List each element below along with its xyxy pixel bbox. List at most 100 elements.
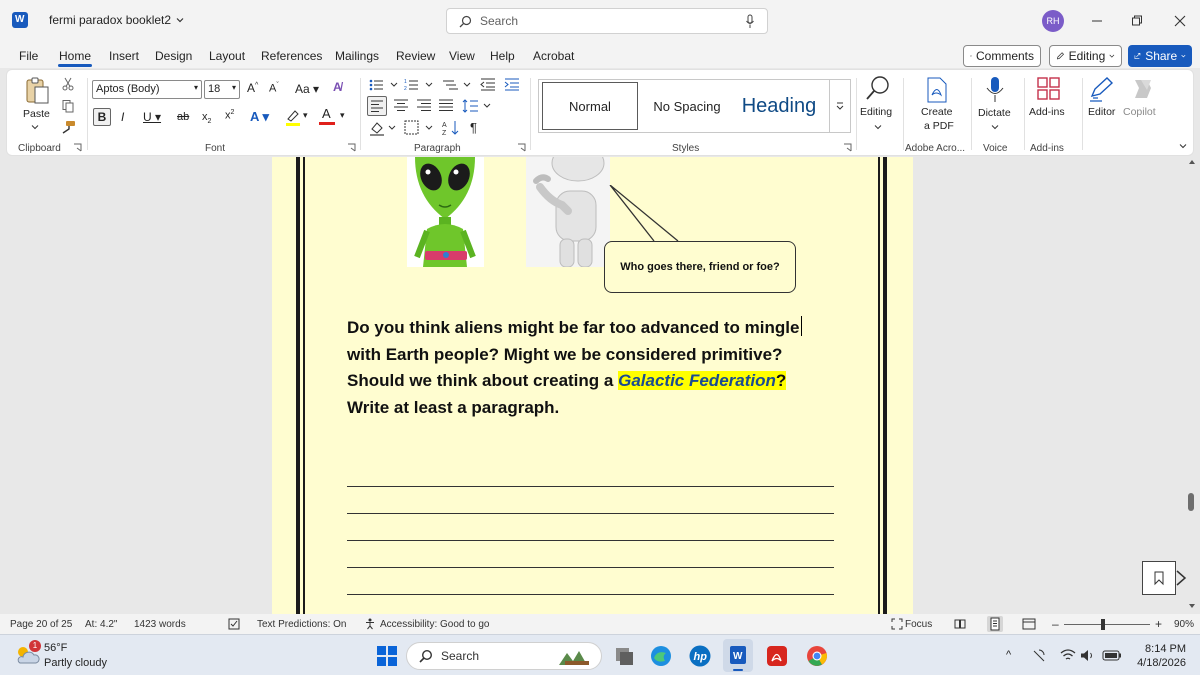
minimize-icon[interactable] (1088, 12, 1106, 30)
show-formatting-marks-icon[interactable]: ¶ (470, 120, 477, 135)
change-case-icon[interactable]: Aa ▾ (295, 82, 319, 96)
copy-icon[interactable] (61, 99, 75, 113)
volume-icon[interactable] (1080, 649, 1096, 662)
justify-icon[interactable] (438, 98, 454, 114)
writing-line[interactable] (347, 513, 834, 514)
close-icon[interactable] (1171, 12, 1189, 30)
tab-acrobat[interactable]: Acrobat (533, 49, 574, 63)
borders-icon[interactable] (404, 120, 436, 136)
dictate-label[interactable]: Dictate (978, 107, 1011, 120)
zoom-level[interactable]: 90% (1174, 619, 1194, 630)
question-paragraph[interactable]: Do you think aliens might be far too adv… (347, 315, 837, 421)
copilot-icon[interactable] (1129, 76, 1157, 102)
align-right-icon[interactable] (416, 98, 432, 114)
dictate-icon[interactable] (984, 75, 1006, 105)
word-count[interactable]: 1423 words (134, 619, 186, 630)
restore-icon[interactable] (1128, 12, 1146, 30)
clear-formatting-icon[interactable]: A̸ (333, 80, 342, 94)
text-effects-icon[interactable]: A ▾ (250, 109, 269, 125)
tab-home[interactable]: Home (59, 49, 91, 63)
tab-help[interactable]: Help (490, 49, 515, 63)
system-clock[interactable]: 8:14 PM 4/18/2026 (1128, 642, 1186, 670)
hp-icon[interactable]: hp (688, 644, 712, 668)
create-pdf-icon[interactable] (924, 76, 950, 104)
weather-temperature[interactable]: 56°F (44, 642, 67, 654)
zoom-in-button[interactable]: + (1155, 617, 1162, 631)
alien-image[interactable] (407, 157, 484, 267)
word-taskbar-button[interactable]: W (723, 639, 753, 672)
dialog-launcher-icon[interactable] (517, 143, 526, 152)
battery-icon[interactable] (1102, 650, 1122, 661)
writing-line[interactable] (347, 594, 834, 595)
chevron-down-icon[interactable] (991, 123, 999, 131)
chevron-down-icon[interactable]: ▾ (303, 110, 308, 121)
font-family-dropdown[interactable]: Aptos (Body) ▾ (92, 80, 202, 99)
font-color-button[interactable]: A (319, 106, 335, 126)
tab-layout[interactable]: Layout (209, 49, 245, 63)
create-pdf-label-2[interactable]: a PDF (924, 120, 954, 133)
tab-references[interactable]: References (261, 49, 322, 63)
chevron-right-icon[interactable] (1174, 569, 1188, 587)
grow-font-icon[interactable]: A^ (247, 81, 258, 95)
create-pdf-label-1[interactable]: Create (921, 106, 953, 119)
dialog-launcher-icon[interactable] (73, 143, 82, 152)
document-title[interactable]: fermi paradox booklet2 (49, 13, 185, 27)
align-center-icon[interactable] (393, 98, 409, 114)
format-painter-icon[interactable] (60, 120, 76, 134)
comments-button[interactable]: Comments (963, 45, 1041, 67)
share-button[interactable]: Share (1128, 45, 1192, 67)
tab-view[interactable]: View (449, 49, 475, 63)
style-no-spacing[interactable]: No Spacing (643, 80, 731, 132)
scroll-up-icon[interactable] (1187, 157, 1197, 167)
dialog-launcher-icon[interactable] (347, 143, 356, 152)
search-input[interactable]: Search (446, 8, 768, 34)
writing-line[interactable] (347, 567, 834, 568)
start-icon[interactable] (375, 644, 399, 668)
scroll-down-icon[interactable] (1187, 601, 1197, 611)
speech-bubble[interactable]: Who goes there, friend or foe? (604, 241, 796, 293)
bullets-icon[interactable] (369, 78, 401, 92)
numbering-icon[interactable]: 12 (404, 78, 436, 92)
subscript-button[interactable]: x2 (202, 111, 211, 125)
acrobat-icon[interactable] (765, 644, 789, 668)
shading-icon[interactable] (369, 120, 399, 136)
microphone-icon[interactable] (745, 14, 755, 29)
highlighter-icon[interactable] (285, 108, 301, 126)
chevron-down-icon[interactable]: ▾ (340, 110, 345, 121)
editing-group-label[interactable]: Editing (860, 106, 892, 119)
accessibility-status[interactable]: Accessibility: Good to go (380, 619, 490, 630)
font-size-dropdown[interactable]: 18 ▾ (204, 80, 240, 99)
floating-action-button[interactable] (1142, 561, 1176, 595)
strikethrough-button[interactable]: ab (177, 111, 189, 123)
shrink-font-icon[interactable]: Aˇ (269, 82, 279, 95)
vertical-scrollbar-thumb[interactable] (1188, 493, 1194, 511)
editor-label[interactable]: Editor (1088, 106, 1115, 119)
zoom-slider-thumb[interactable] (1101, 619, 1105, 630)
person-image[interactable] (526, 157, 610, 267)
underline-button[interactable]: U ▾ (143, 110, 161, 124)
web-layout-icon[interactable] (1022, 618, 1036, 630)
text-predictions-status[interactable]: Text Predictions: On (257, 619, 346, 630)
tray-overflow-icon[interactable]: ^ (1006, 649, 1011, 661)
add-ins-icon[interactable] (1036, 76, 1062, 102)
superscript-button[interactable]: x2 (225, 109, 234, 122)
align-left-button[interactable] (367, 96, 387, 116)
copilot-label[interactable]: Copilot (1123, 106, 1156, 119)
zoom-slider-track[interactable] (1064, 624, 1150, 625)
edge-browser-icon[interactable] (649, 644, 673, 668)
editor-icon[interactable] (1088, 76, 1116, 104)
paste-icon[interactable] (24, 76, 52, 106)
paste-label[interactable]: Paste (23, 108, 50, 121)
tab-insert[interactable]: Insert (109, 49, 139, 63)
cut-icon[interactable] (61, 77, 75, 91)
taskbar-search[interactable]: Search (406, 642, 602, 670)
tab-mailings[interactable]: Mailings (335, 49, 379, 63)
line-spacing-icon[interactable] (462, 98, 494, 114)
styles-more-button[interactable] (829, 80, 849, 132)
print-layout-button[interactable] (987, 616, 1003, 632)
increase-indent-icon[interactable] (504, 77, 520, 91)
location-icon[interactable] (1032, 649, 1046, 663)
sort-icon[interactable]: AZ (442, 120, 460, 136)
add-ins-label[interactable]: Add-ins (1029, 106, 1065, 119)
chrome-icon[interactable] (805, 644, 829, 668)
